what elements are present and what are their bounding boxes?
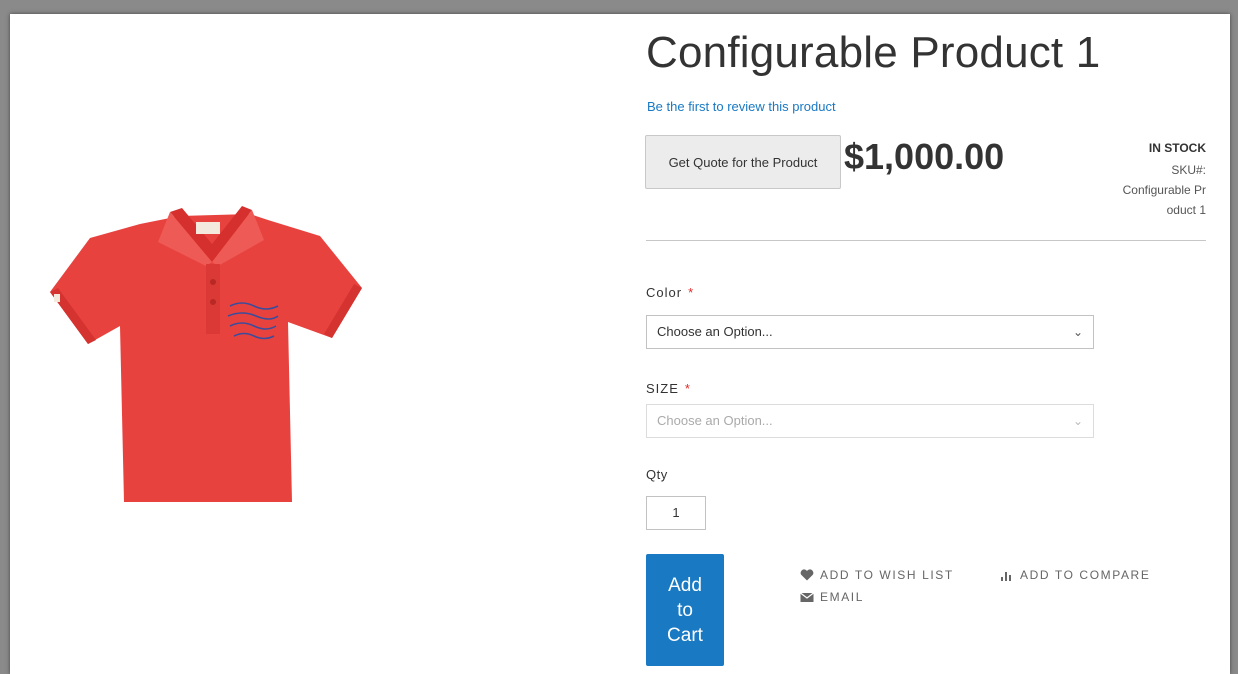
email-label: EMAIL — [820, 590, 865, 604]
heart-icon — [800, 569, 814, 581]
add-to-cart-label: Add to Cart — [667, 574, 703, 646]
required-mark: * — [688, 285, 695, 300]
color-label-text: Color — [646, 285, 683, 300]
email-link[interactable]: EMAIL — [800, 590, 864, 604]
product-image[interactable] — [30, 154, 380, 574]
add-to-compare-link[interactable]: ADD TO COMPARE — [1000, 568, 1150, 582]
qty-input[interactable]: 1 — [646, 496, 706, 530]
stock-status: IN STOCK — [1148, 141, 1206, 155]
review-link[interactable]: Be the first to review this product — [647, 99, 836, 114]
size-label: SIZE * — [646, 381, 691, 396]
chevron-down-icon: ⌄ — [1072, 325, 1083, 339]
bar-chart-icon — [1001, 572, 1011, 581]
add-to-wish-list-link[interactable]: ADD TO WISH LIST — [800, 568, 954, 582]
sku-label: SKU#: — [1171, 163, 1206, 177]
product-price: $1,000.00 — [844, 136, 1005, 177]
envelope-icon — [800, 592, 814, 602]
divider — [646, 240, 1206, 241]
page-title: Configurable Product 1 — [646, 28, 1101, 77]
chevron-down-icon: ⌄ — [1072, 414, 1083, 428]
size-label-text: SIZE — [646, 381, 679, 396]
size-select[interactable]: Choose an Option... ⌄ — [646, 404, 1094, 438]
get-quote-button[interactable]: Get Quote for the Product — [645, 135, 841, 189]
color-select-value: Choose an Option... — [657, 324, 773, 339]
sku-block: SKU#: Configurable Product 1 — [1116, 160, 1206, 220]
compare-label: ADD TO COMPARE — [1020, 568, 1151, 582]
size-select-value: Choose an Option... — [657, 413, 773, 428]
wish-list-label: ADD TO WISH LIST — [820, 568, 954, 582]
red-polo-shirt-image — [50, 206, 362, 502]
qty-label: Qty — [646, 467, 668, 482]
add-to-cart-button[interactable]: Add to Cart — [646, 554, 724, 666]
color-select[interactable]: Choose an Option... ⌄ — [646, 315, 1094, 349]
required-mark: * — [684, 381, 691, 396]
color-label: Color * — [646, 285, 694, 300]
page-frame: Configurable Product 1 Be the first to r… — [10, 14, 1230, 674]
sku-value: Configurable Product 1 — [1122, 183, 1206, 217]
